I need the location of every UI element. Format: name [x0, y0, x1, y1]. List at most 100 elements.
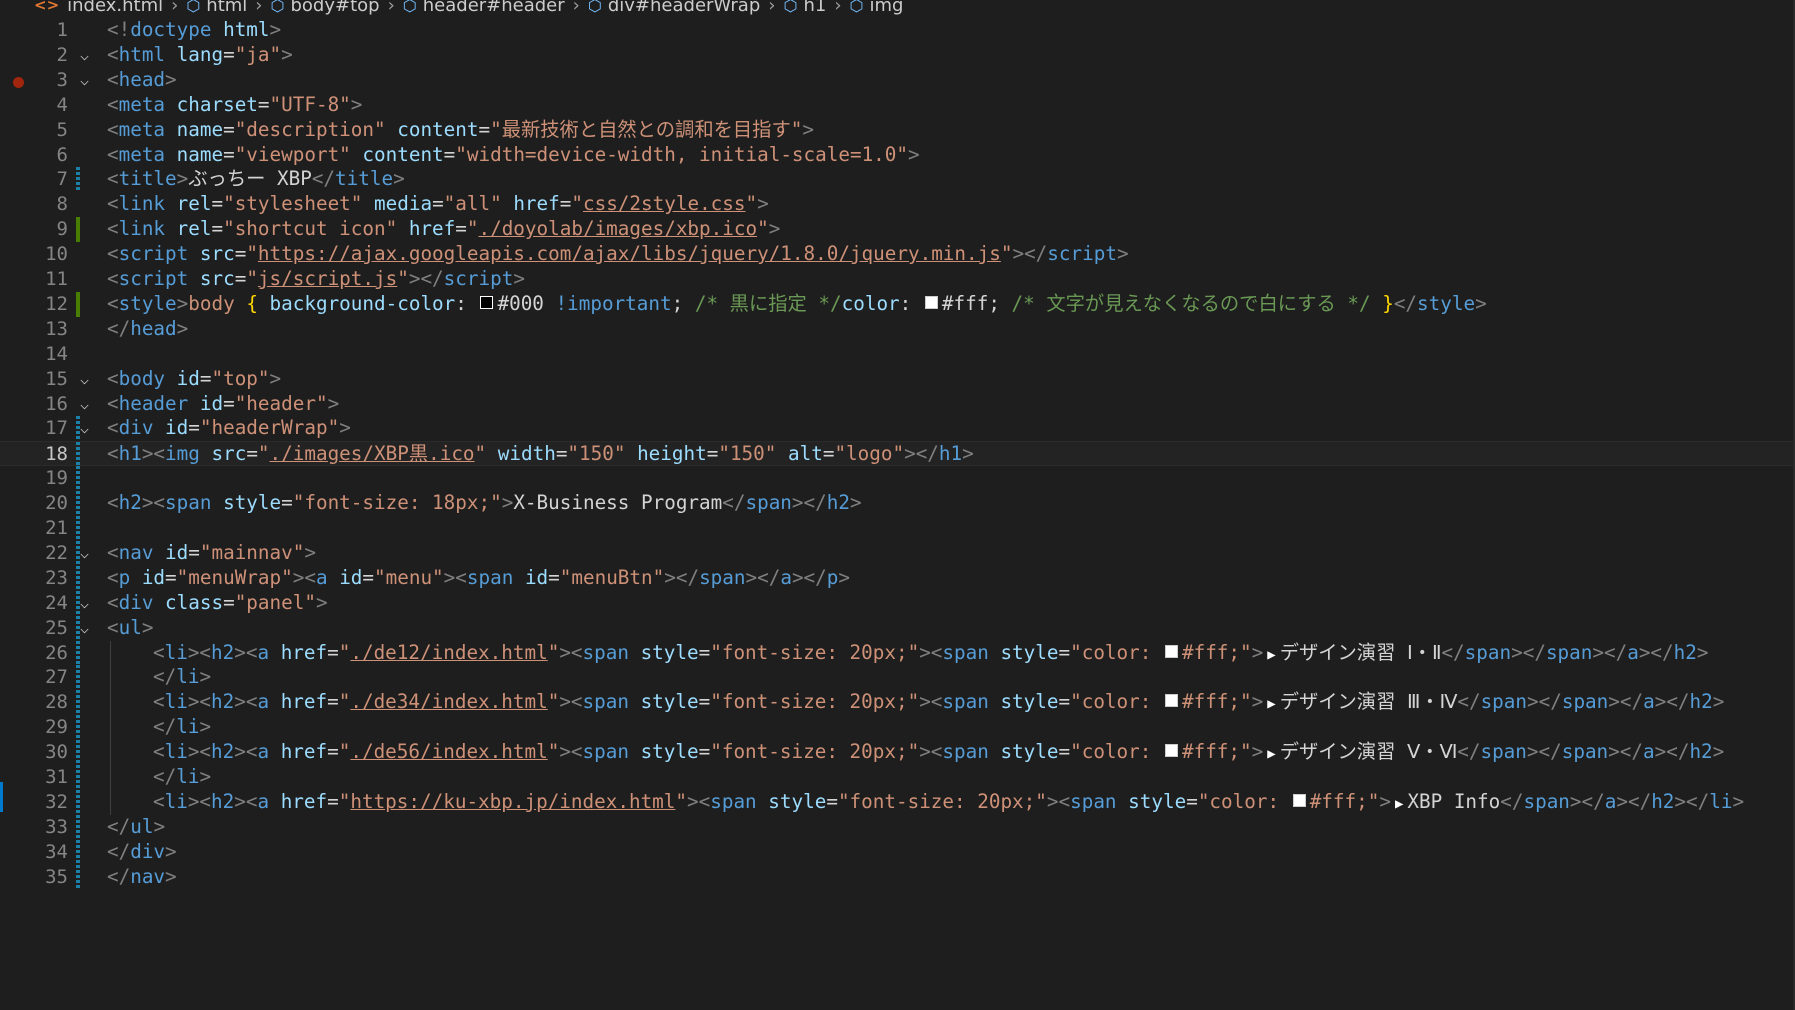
code-text[interactable]: <html lang="ja"> [107, 43, 293, 68]
fold-chevron-icon[interactable]: ⌵ [80, 43, 89, 68]
code-line[interactable]: 35 </nav> [0, 864, 1795, 890]
code-line[interactable]: 19 [0, 466, 1795, 492]
code-line[interactable]: 17 ⌵ <div id="headerWrap"> [0, 416, 1795, 442]
code-line[interactable]: 30 <li><h2><a href="./de56/index.html"><s… [0, 740, 1795, 765]
code-line[interactable]: 20 <h2><span style="font-size: 18px;">X-B… [0, 491, 1795, 516]
code-text[interactable]: <meta name="description" content="最新技術と自… [107, 118, 814, 143]
code-line[interactable]: 12 <style>body { background-color: #000 !… [0, 291, 1795, 317]
breadcrumb-item[interactable]: ⬡ img [850, 0, 904, 16]
code-text[interactable]: <li><h2><a href="https://ku-xbp.jp/index… [153, 790, 1744, 817]
code-line[interactable]: 13 </head> [0, 317, 1795, 342]
code-line[interactable]: 10 <script src="https://ajax.googleapis.c… [0, 242, 1795, 267]
code-line[interactable]: 18 <h1><img src="./images/XBP黒.ico" width… [0, 441, 1795, 468]
code-line[interactable]: 21 [0, 516, 1795, 541]
modified-line-marker[interactable] [76, 442, 80, 468]
modified-line-marker[interactable] [76, 814, 80, 840]
code-text[interactable]: <header id="header"> [107, 392, 339, 417]
fold-chevron-icon[interactable]: ⌵ [80, 392, 89, 417]
modified-line-marker[interactable] [76, 565, 80, 591]
code-line[interactable]: 34 </div> [0, 839, 1795, 865]
code-text[interactable]: <head> [107, 68, 177, 93]
code-text[interactable]: </nav> [107, 865, 177, 890]
breadcrumb-item[interactable]: ⬡ h1 [783, 0, 826, 16]
breadcrumb-item[interactable]: <> index.html [34, 0, 163, 16]
code-text[interactable]: </li> [153, 765, 211, 790]
code-line[interactable]: 28 <li><h2><a href="./de34/index.html"><s… [0, 690, 1795, 717]
code-line[interactable]: 6 <meta name="viewport" content="width=de… [0, 143, 1795, 168]
code-text[interactable]: <body id="top"> [107, 367, 281, 392]
modified-line-marker[interactable] [76, 466, 80, 492]
breadcrumb-item[interactable]: ⬡ div#headerWrap [588, 0, 760, 16]
fold-chevron-icon[interactable]: ⌵ [80, 616, 89, 641]
code-line[interactable]: 4 <meta charset="UTF-8"> [0, 93, 1795, 118]
code-text[interactable]: <!doctype html> [107, 18, 281, 43]
code-text[interactable]: <div id="headerWrap"> [107, 416, 351, 441]
fold-chevron-icon[interactable]: ⌵ [80, 541, 89, 566]
modified-line-marker[interactable] [76, 740, 80, 765]
modified-line-marker[interactable] [76, 491, 80, 516]
code-text[interactable]: </div> [107, 840, 177, 865]
modified-line-marker[interactable] [76, 167, 80, 193]
modified-line-marker[interactable] [76, 665, 80, 691]
added-line-marker[interactable] [76, 291, 80, 317]
modified-line-marker[interactable] [76, 839, 80, 865]
code-text[interactable]: <script src="js/script.js"></script> [107, 267, 525, 292]
breadcrumb-item[interactable]: ⬡ html [186, 0, 247, 16]
code-line[interactable]: 24 ⌵ <div class="panel"> [0, 590, 1795, 616]
code-text[interactable]: <div class="panel"> [107, 591, 328, 616]
code-text[interactable]: </li> [153, 665, 211, 690]
code-text[interactable]: <li><h2><a href="./de12/index.html"><spa… [153, 641, 1708, 668]
modified-line-marker[interactable] [76, 516, 80, 541]
code-line[interactable]: 23 <p id="menuWrap"><a id="menu"><span id… [0, 565, 1795, 591]
code-line[interactable]: 14 [0, 342, 1795, 367]
code-text[interactable]: <nav id="mainnav"> [107, 541, 316, 566]
code-text[interactable]: <link rel="stylesheet" media="all" href=… [107, 192, 769, 217]
code-line[interactable]: 7 <title>ぶっちー XBP</title> [0, 167, 1795, 193]
breadcrumb-item[interactable]: ⬡ body#top [271, 0, 380, 16]
code-line[interactable]: 26 <li><h2><a href="./de12/index.html"><s… [0, 640, 1795, 668]
code-text[interactable]: <li><h2><a href="./de56/index.html"><spa… [153, 740, 1724, 767]
code-line[interactable]: 9 <link rel="shortcut icon" href="./doyol… [0, 217, 1795, 243]
code-text[interactable]: <link rel="shortcut icon" href="./doyola… [107, 217, 780, 242]
code-line[interactable]: 2 ⌵ <html lang="ja"> [0, 43, 1795, 68]
code-text[interactable]: </head> [107, 317, 188, 342]
code-text[interactable]: <p id="menuWrap"><a id="menu"><span id="… [107, 566, 850, 591]
modified-line-marker[interactable] [76, 715, 80, 741]
code-line[interactable]: 11 <script src="js/script.js"></script> [0, 267, 1795, 292]
breadcrumb-item[interactable]: ⬡ header#header [403, 0, 565, 16]
fold-chevron-icon[interactable]: ⌵ [80, 367, 89, 392]
code-text[interactable]: <script src="https://ajax.googleapis.com… [107, 242, 1129, 267]
code-line[interactable]: 22 ⌵ <nav id="mainnav"> [0, 540, 1795, 566]
code-text[interactable]: <meta name="viewport" content="width=dev… [107, 143, 920, 168]
code-line[interactable]: 5 <meta name="description" content="最新技術と… [0, 118, 1795, 143]
fold-chevron-icon[interactable]: ⌵ [80, 416, 89, 441]
code-line[interactable]: 15 ⌵ <body id="top"> [0, 367, 1795, 392]
code-text[interactable]: <h1><img src="./images/XBP黒.ico" width="… [107, 442, 974, 467]
code-line[interactable]: 3 ⌵ <head> [0, 68, 1795, 93]
code-line[interactable]: 1 <!doctype html> [0, 18, 1795, 43]
added-line-marker[interactable] [76, 217, 80, 243]
code-line[interactable]: 16 ⌵ <header id="header"> [0, 392, 1795, 417]
code-text[interactable]: <h2><span style="font-size: 18px;">X-Bus… [107, 491, 862, 516]
code-text[interactable]: <style>body { background-color: #000 !im… [107, 292, 1487, 317]
modified-line-marker[interactable] [76, 765, 80, 790]
code-text[interactable]: </ul> [107, 815, 165, 840]
code-line[interactable]: 27 </li> [0, 665, 1795, 691]
code-line[interactable]: 32 <li><h2><a href="https://ku-xbp.jp/ind… [0, 789, 1795, 817]
fold-chevron-icon[interactable]: ⌵ [80, 591, 89, 616]
modified-line-marker[interactable] [76, 640, 80, 666]
code-text[interactable]: <meta charset="UTF-8"> [107, 93, 362, 118]
code-line[interactable]: 31 </li> [0, 765, 1795, 790]
code-text[interactable]: <li><h2><a href="./de34/index.html"><spa… [153, 690, 1724, 717]
code-text[interactable]: <title>ぶっちー XBP</title> [107, 167, 405, 192]
code-line[interactable]: 29 </li> [0, 715, 1795, 741]
code-text[interactable]: </li> [153, 715, 211, 740]
fold-chevron-icon[interactable]: ⌵ [80, 68, 89, 93]
code-line[interactable]: 33 </ul> [0, 814, 1795, 840]
code-line[interactable]: 25 ⌵ <ul> [0, 615, 1795, 641]
code-editor[interactable]: 1 <!doctype html> 2 ⌵ <html lang="ja"> 3 ⌵ <hea… [0, 18, 1795, 1010]
code-line[interactable]: 8 <link rel="stylesheet" media="all" href… [0, 192, 1795, 217]
modified-line-marker[interactable] [76, 789, 80, 815]
modified-line-marker[interactable] [76, 690, 80, 716]
modified-line-marker[interactable] [76, 864, 80, 890]
